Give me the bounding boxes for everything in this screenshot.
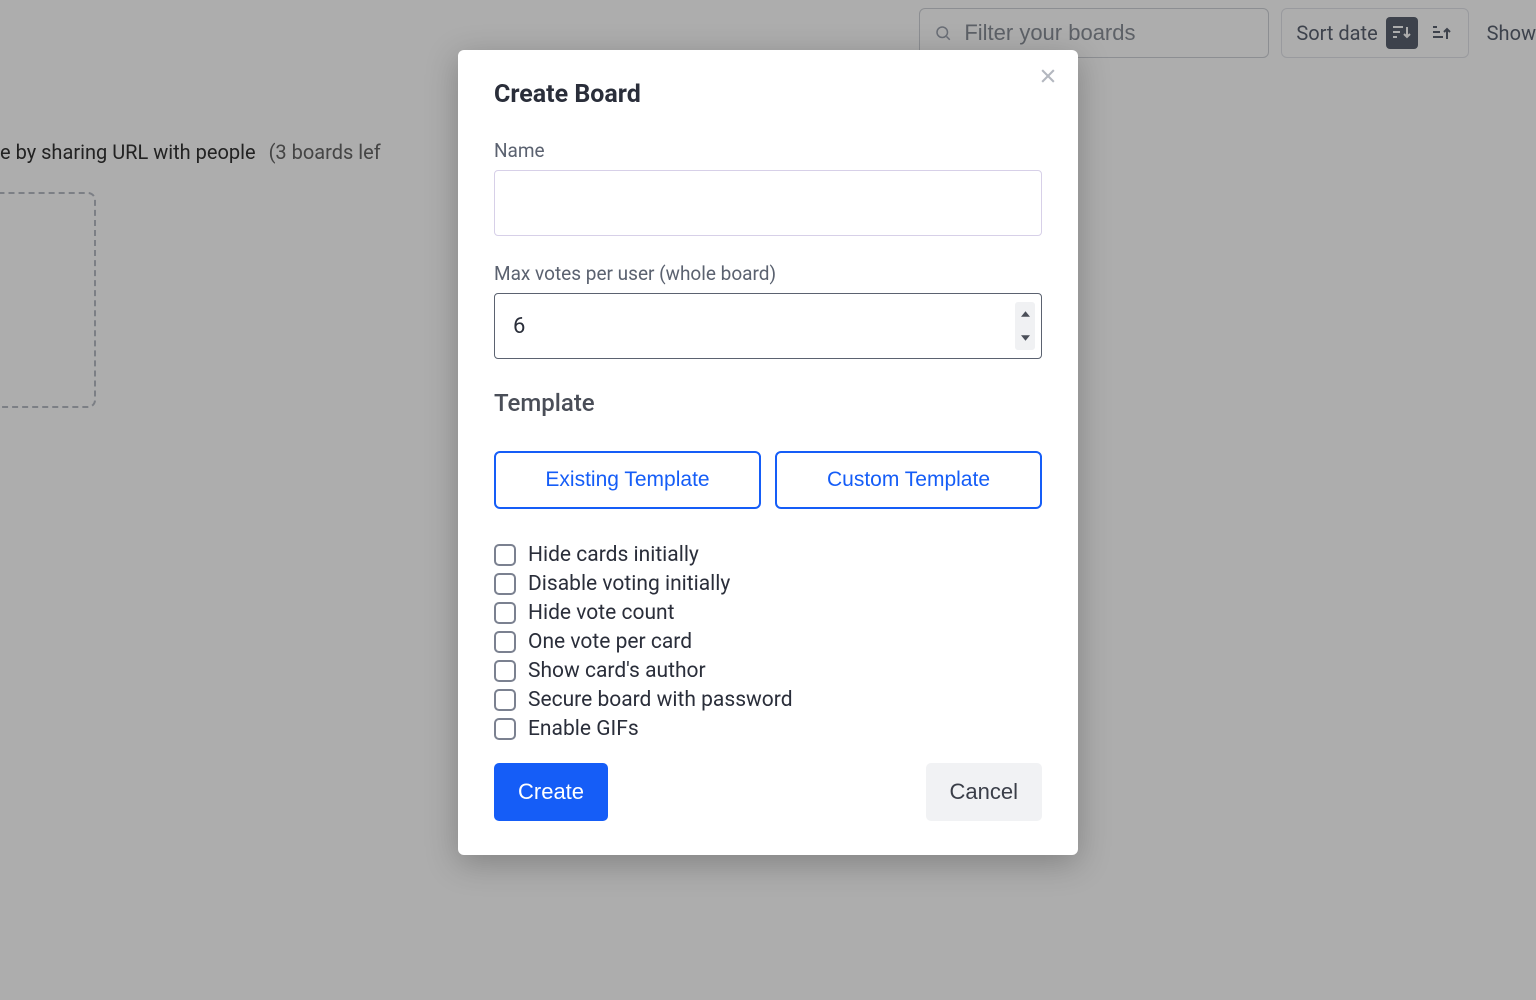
- create-button[interactable]: Create: [494, 763, 608, 821]
- option-show-author: Show card's author: [494, 659, 1042, 683]
- name-input[interactable]: [494, 170, 1042, 236]
- option-secure-password: Secure board with password: [494, 688, 1042, 712]
- spinner-down-icon[interactable]: [1015, 326, 1035, 350]
- checkbox-show-author[interactable]: [494, 660, 516, 682]
- custom-template-button[interactable]: Custom Template: [775, 451, 1042, 509]
- template-section-title: Template: [494, 389, 1042, 417]
- template-buttons: Existing Template Custom Template: [494, 451, 1042, 509]
- option-enable-gifs: Enable GIFs: [494, 717, 1042, 741]
- max-votes-value: 6: [513, 314, 1015, 339]
- checkbox-secure-password[interactable]: [494, 689, 516, 711]
- existing-template-button[interactable]: Existing Template: [494, 451, 761, 509]
- option-one-vote: One vote per card: [494, 630, 1042, 654]
- create-board-modal: Create Board Name Max votes per user (wh…: [458, 50, 1078, 855]
- option-disable-voting: Disable voting initially: [494, 572, 1042, 596]
- modal-title: Create Board: [494, 80, 1042, 109]
- option-label: Show card's author: [528, 659, 706, 683]
- option-label: Hide cards initially: [528, 543, 699, 567]
- cancel-button[interactable]: Cancel: [926, 763, 1042, 821]
- checkbox-one-vote[interactable]: [494, 631, 516, 653]
- option-label: Disable voting initially: [528, 572, 730, 596]
- option-label: Enable GIFs: [528, 717, 639, 741]
- option-label: Hide vote count: [528, 601, 675, 625]
- option-label: Secure board with password: [528, 688, 793, 712]
- modal-actions: Create Cancel: [494, 763, 1042, 821]
- spinner-up-icon[interactable]: [1015, 302, 1035, 326]
- close-icon[interactable]: [1036, 64, 1060, 88]
- option-label: One vote per card: [528, 630, 692, 654]
- option-hide-cards: Hide cards initially: [494, 543, 1042, 567]
- checkbox-hide-cards[interactable]: [494, 544, 516, 566]
- checkbox-enable-gifs[interactable]: [494, 718, 516, 740]
- name-label: Name: [494, 139, 1042, 162]
- options-list: Hide cards initially Disable voting init…: [494, 543, 1042, 741]
- spinner-buttons: [1015, 302, 1035, 350]
- checkbox-disable-voting[interactable]: [494, 573, 516, 595]
- checkbox-hide-vote-count[interactable]: [494, 602, 516, 624]
- max-votes-spinner[interactable]: 6: [494, 293, 1042, 359]
- max-votes-label: Max votes per user (whole board): [494, 262, 1042, 285]
- option-hide-vote-count: Hide vote count: [494, 601, 1042, 625]
